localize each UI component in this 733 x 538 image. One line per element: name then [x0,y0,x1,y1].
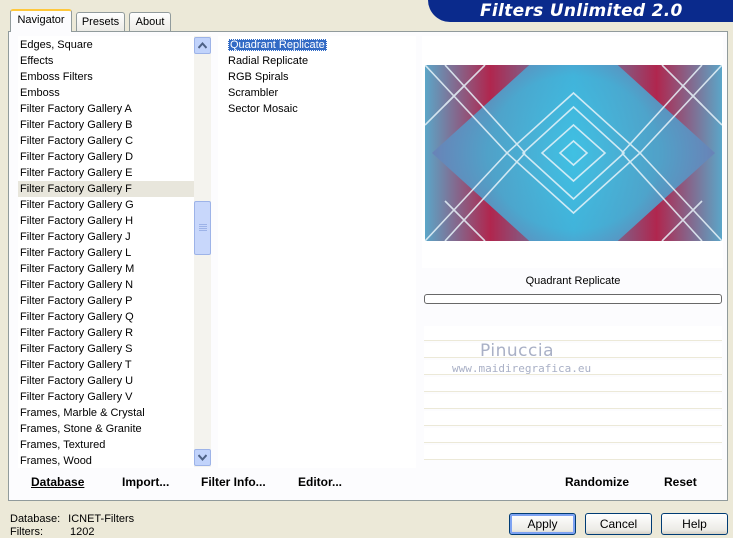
chevron-up-icon [198,42,207,49]
category-item[interactable]: Filter Factory Gallery R [18,325,194,341]
tab-presets[interactable]: Presets [76,12,125,31]
category-item[interactable]: Filter Factory Gallery H [18,213,194,229]
scroll-thumb[interactable] [194,201,211,255]
watermark-url: www.maidiregrafica.eu [452,362,592,375]
status-database-value: ICNET-Filters [68,513,135,525]
banner-title: Filters Unlimited 2.0 [480,1,683,21]
category-item[interactable]: Filter Factory Gallery M [18,261,194,277]
parameter-slot [424,343,722,358]
category-item[interactable]: Filter Factory Gallery B [18,117,194,133]
category-item[interactable]: Emboss [18,85,194,101]
scroll-down-button[interactable] [194,449,211,466]
category-item[interactable]: Frames, Stone & Granite [18,421,194,437]
progress-bar [424,294,722,304]
parameter-slot [424,394,722,409]
category-scrollbar[interactable] [194,36,211,467]
parameter-slot [424,326,722,341]
filter-item[interactable]: Quadrant Replicate [226,37,416,53]
status-filters: Filters: 1202 [10,526,95,538]
apply-button[interactable]: Apply [509,513,576,535]
preview-area [422,36,723,268]
database-button[interactable]: Database [31,475,84,489]
category-item[interactable]: Filter Factory Gallery J [18,229,194,245]
category-item[interactable]: Filter Factory Gallery N [18,277,194,293]
category-item[interactable]: Filter Factory Gallery U [18,373,194,389]
category-item[interactable]: Filter Factory Gallery S [18,341,194,357]
category-item[interactable]: Filter Factory Gallery V [18,389,194,405]
reset-button[interactable]: Reset [664,475,697,489]
scroll-up-button[interactable] [194,37,211,54]
parameter-slot [424,445,722,460]
chevron-down-icon [198,454,207,461]
tab-about[interactable]: About [129,12,171,31]
help-button[interactable]: Help [661,513,728,535]
category-item[interactable]: Filter Factory Gallery A [18,101,194,117]
filter-item[interactable]: Sector Mosaic [226,101,416,117]
category-item[interactable]: Edges, Square [18,37,194,53]
filter-info-button[interactable]: Filter Info... [201,475,266,489]
cancel-button[interactable]: Cancel [585,513,652,535]
title-banner: Filters Unlimited 2.0 [428,0,733,22]
randomize-button[interactable]: Randomize [565,475,629,489]
category-list[interactable]: Edges, Square Effects Emboss Filters Emboss… [18,36,194,468]
category-item[interactable]: Filter Factory Gallery D [18,149,194,165]
filter-item[interactable]: RGB Spirals [226,69,416,85]
parameter-slot [424,428,722,443]
filter-item[interactable]: Scrambler [226,85,416,101]
category-item[interactable]: Frames, Wood [18,453,194,468]
category-item[interactable]: Filter Factory Gallery G [18,197,194,213]
category-item[interactable]: Filter Factory Gallery P [18,293,194,309]
parameter-slot [424,377,722,392]
status-filters-value: 1202 [70,526,95,538]
category-item[interactable]: Filter Factory Gallery L [18,245,194,261]
category-item[interactable]: Filter Factory Gallery Q [18,309,194,325]
category-item[interactable]: Effects [18,53,194,69]
category-item[interactable]: Frames, Textured [18,437,194,453]
category-item[interactable]: Filter Factory Gallery E [18,165,194,181]
parameter-slot [424,411,722,426]
editor-button[interactable]: Editor... [298,475,342,489]
preview-image [425,65,722,241]
category-item[interactable]: Filter Factory Gallery T [18,357,194,373]
tab-navigator[interactable]: Navigator [10,9,72,32]
filter-name-caption: Quadrant Replicate [525,275,621,287]
status-database: Database: ICNET-Filters [10,513,135,525]
category-item[interactable]: Filter Factory Gallery F [18,181,194,197]
category-item[interactable]: Filter Factory Gallery C [18,133,194,149]
import-button[interactable]: Import... [122,475,169,489]
watermark-name: Pinuccia [480,341,554,361]
category-item[interactable]: Emboss Filters [18,69,194,85]
filter-item[interactable]: Radial Replicate [226,53,416,69]
filter-list[interactable]: Quadrant Replicate Radial Replicate RGB Sp… [218,36,416,468]
category-item[interactable]: Frames, Marble & Crystal [18,405,194,421]
